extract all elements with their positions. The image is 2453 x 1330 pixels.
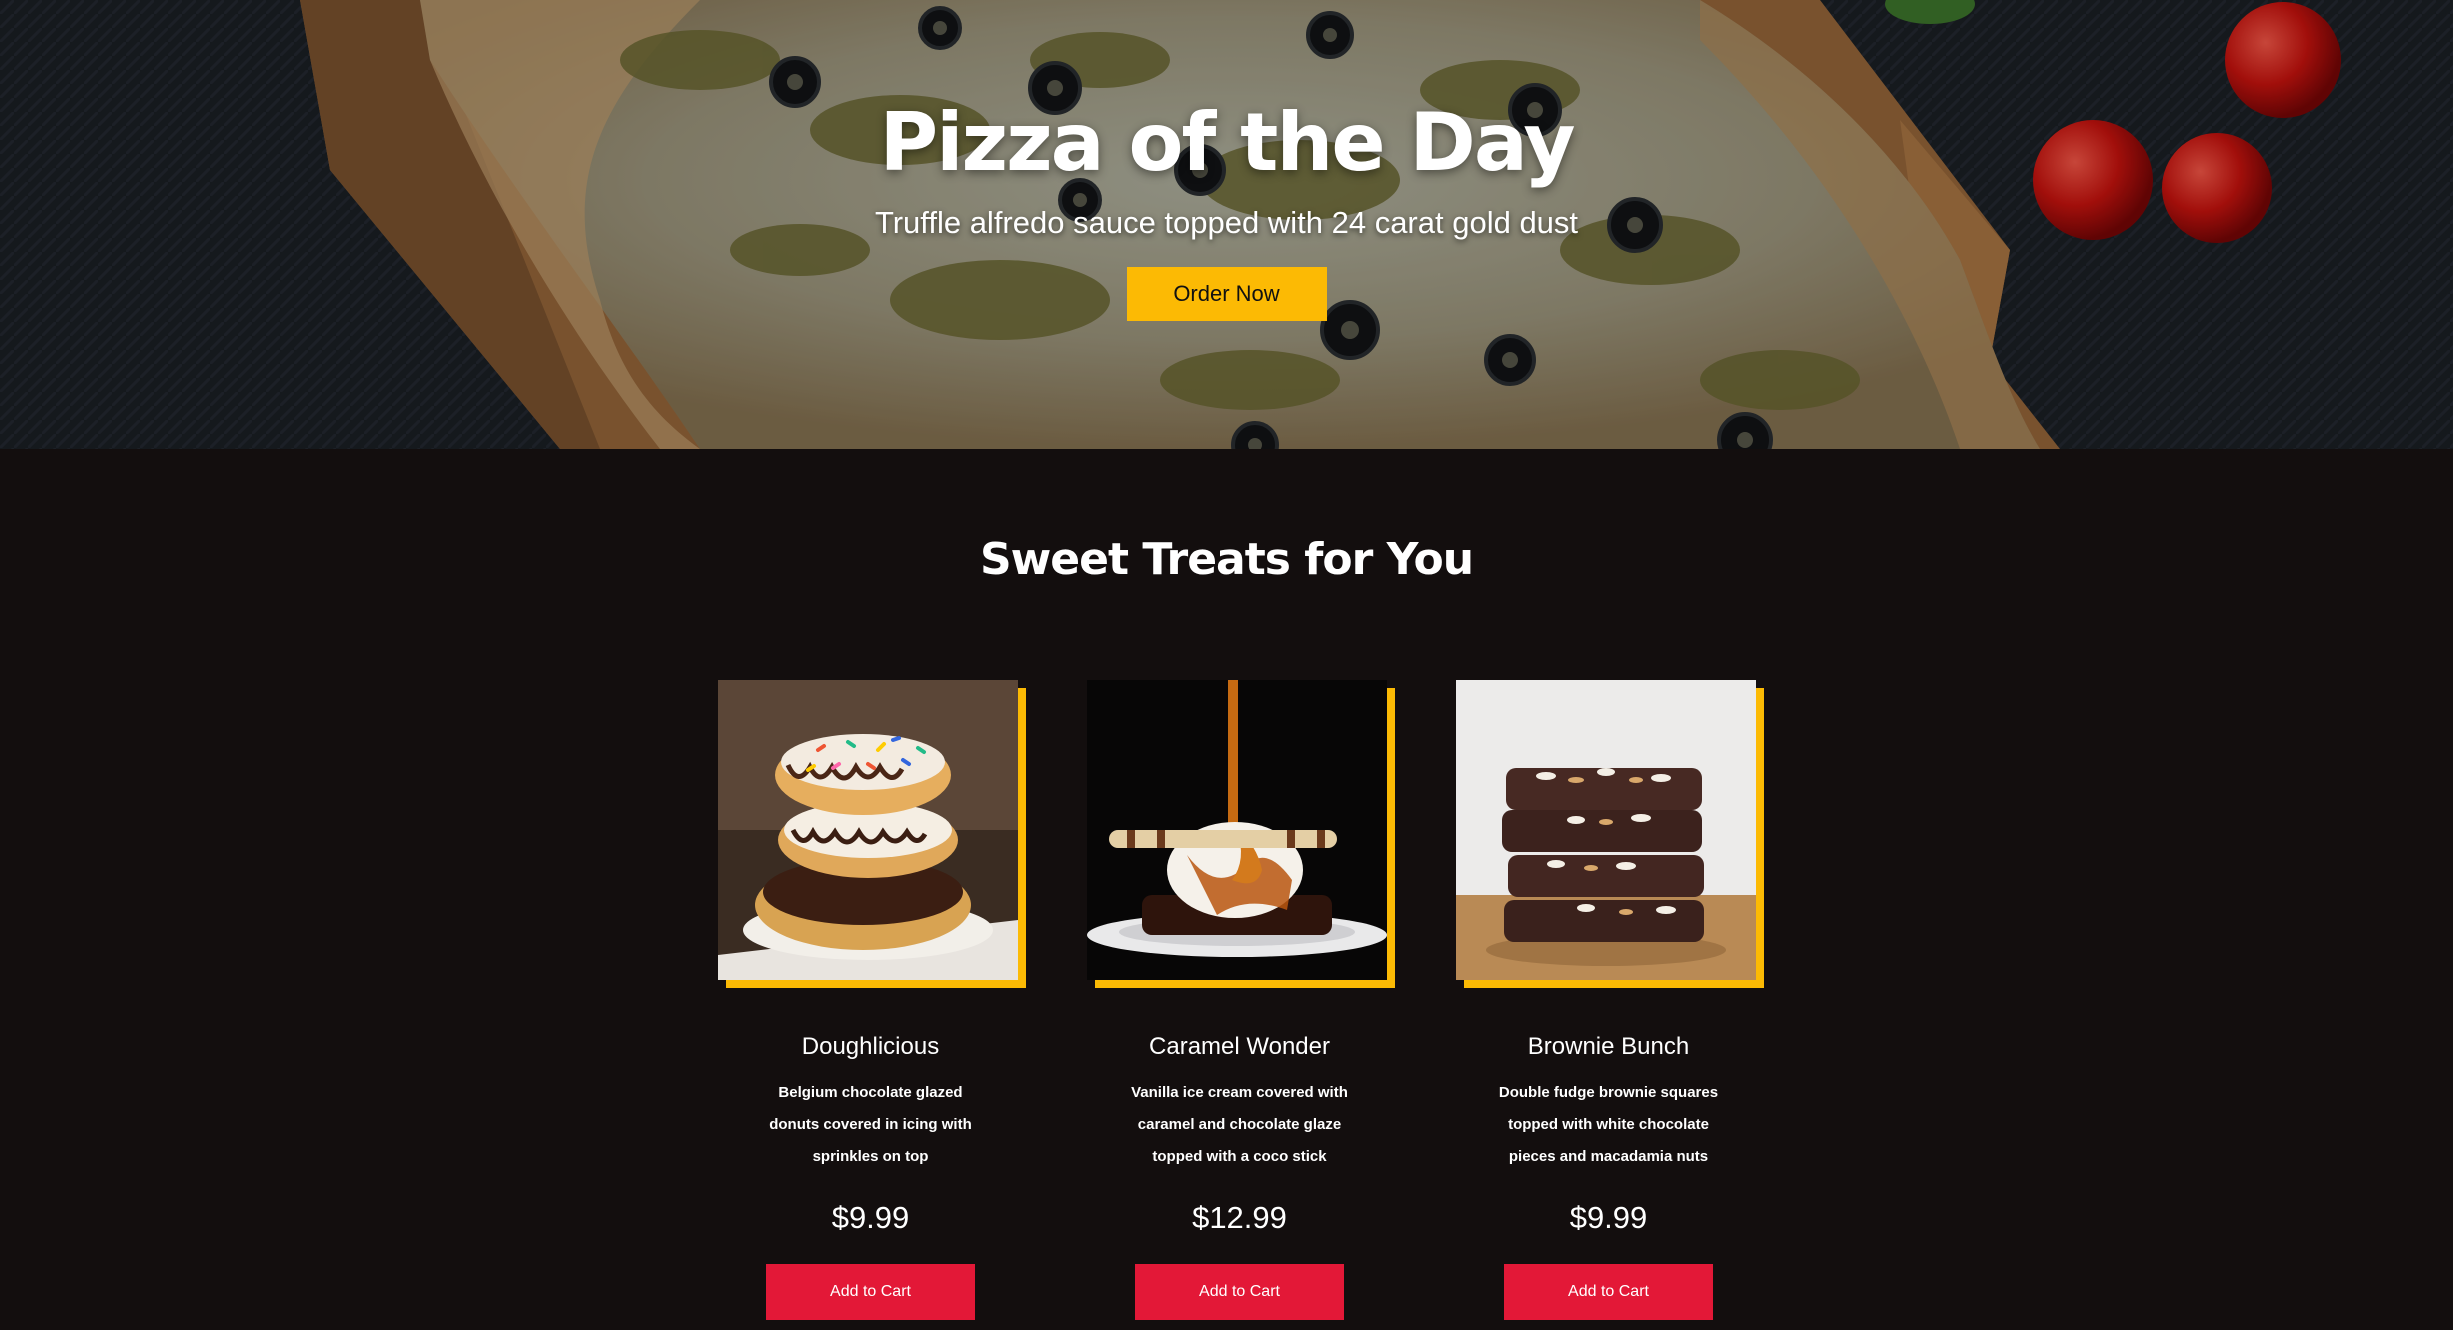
section-title: Sweet Treats for You [979, 534, 1474, 585]
treat-image-frame [1087, 680, 1395, 988]
treat-description: Double fudge brownie squares topped with… [1498, 1084, 1719, 1166]
treat-card-brownie-bunch: Brownie Bunch Double fudge brownie squar… [1456, 680, 1764, 1320]
treats-grid: Doughlicious Belgium chocolate glazed do… [718, 680, 1764, 1320]
treat-name: Caramel Wonder [1149, 1033, 1330, 1061]
treat-card-doughlicious: Doughlicious Belgium chocolate glazed do… [718, 680, 1026, 1320]
treat-name: Brownie Bunch [1527, 1033, 1690, 1061]
treat-image-frame [1456, 680, 1764, 988]
treat-price: $12.99 [1192, 1200, 1287, 1236]
hero-title: Pizza of the Day [879, 96, 1575, 189]
treat-description: Belgium chocolate glazed donuts covered … [769, 1084, 972, 1166]
ice-cream-photo[interactable] [1087, 680, 1387, 980]
treat-price: $9.99 [1569, 1200, 1648, 1236]
add-to-cart-button[interactable]: Add to Cart [1504, 1264, 1713, 1320]
donuts-photo[interactable] [718, 680, 1018, 980]
treat-image-frame [718, 680, 1026, 988]
add-to-cart-button[interactable]: Add to Cart [1135, 1264, 1344, 1320]
treat-card-caramel-wonder: Caramel Wonder Vanilla ice cream covered… [1087, 680, 1395, 1320]
treat-price: $9.99 [831, 1200, 910, 1236]
brownies-photo[interactable] [1456, 680, 1756, 980]
hero-banner: Pizza of the Day Truffle alfredo sauce t… [0, 0, 2453, 449]
hero-subtitle: Truffle alfredo sauce topped with 24 car… [874, 205, 1579, 240]
add-to-cart-button[interactable]: Add to Cart [766, 1264, 975, 1320]
hero-content: Pizza of the Day Truffle alfredo sauce t… [0, 0, 2453, 449]
treat-description: Vanilla ice cream covered with caramel a… [1131, 1084, 1348, 1166]
treat-name: Doughlicious [801, 1033, 940, 1061]
order-now-button[interactable]: Order Now [1126, 267, 1327, 321]
